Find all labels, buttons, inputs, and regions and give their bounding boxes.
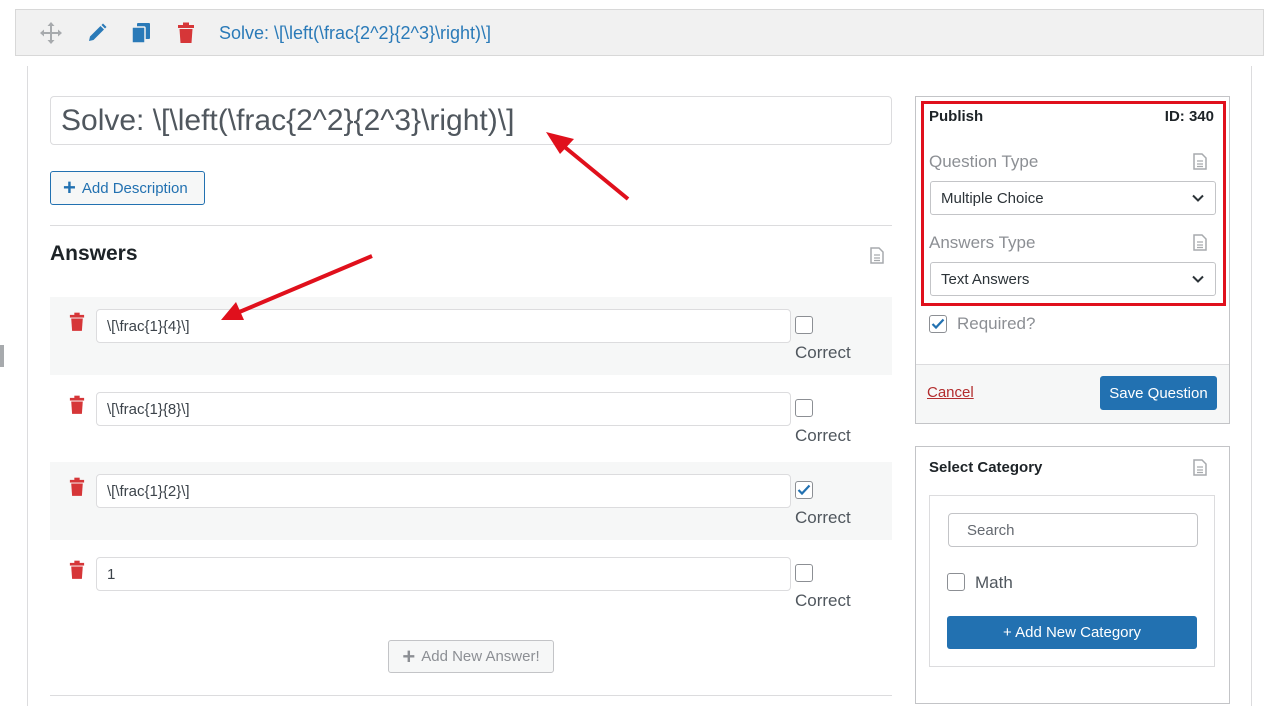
answer-row: Correct bbox=[50, 462, 892, 540]
required-checkbox[interactable] bbox=[929, 315, 947, 333]
divider bbox=[50, 695, 892, 696]
answer-input[interactable] bbox=[96, 309, 791, 343]
correct-label: Correct bbox=[795, 591, 851, 610]
answers-heading: Answers bbox=[50, 242, 138, 265]
answer-input[interactable] bbox=[96, 474, 791, 508]
cancel-link[interactable]: Cancel bbox=[927, 384, 974, 401]
save-question-button[interactable]: Save Question bbox=[1100, 376, 1217, 410]
question-id: ID: 340 bbox=[1164, 108, 1214, 125]
required-label: Required? bbox=[957, 314, 1036, 333]
add-new-answer-label: Add New Answer! bbox=[421, 648, 540, 665]
add-description-button[interactable]: + Add Description bbox=[50, 171, 205, 205]
help-doc-icon[interactable] bbox=[1192, 152, 1208, 170]
select-category-title: Select Category bbox=[929, 459, 1043, 476]
delete-answer-icon[interactable] bbox=[68, 476, 86, 498]
add-new-answer-button[interactable]: + Add New Answer! bbox=[388, 640, 554, 673]
add-description-label: Add Description bbox=[81, 179, 188, 197]
chevron-down-icon bbox=[1192, 275, 1204, 283]
category-checkbox-math[interactable] bbox=[947, 573, 965, 591]
answers-type-select[interactable]: Text Answers bbox=[930, 262, 1216, 296]
help-doc-icon[interactable] bbox=[869, 246, 885, 264]
answer-row: Correct bbox=[50, 380, 892, 458]
help-doc-icon[interactable] bbox=[1192, 458, 1208, 476]
trash-icon[interactable] bbox=[173, 20, 199, 46]
question-type-select[interactable]: Multiple Choice bbox=[930, 181, 1216, 215]
delete-answer-icon[interactable] bbox=[68, 311, 86, 333]
answers-type-value: Text Answers bbox=[941, 270, 1030, 288]
plus-icon: + bbox=[402, 643, 416, 669]
answer-row: Correct bbox=[50, 297, 892, 375]
checkmark-icon bbox=[931, 318, 945, 330]
question-title-input[interactable] bbox=[50, 96, 892, 145]
plus-icon: + bbox=[63, 175, 76, 200]
answer-input[interactable] bbox=[96, 392, 791, 426]
publish-title: Publish bbox=[929, 108, 984, 125]
editor-frame-left-border bbox=[27, 66, 28, 706]
edit-icon[interactable] bbox=[84, 20, 110, 46]
category-search-input[interactable] bbox=[948, 513, 1198, 547]
correct-checkbox[interactable] bbox=[795, 316, 813, 334]
delete-answer-icon[interactable] bbox=[68, 559, 86, 581]
edge-handle bbox=[0, 345, 4, 367]
question-type-label: Question Type bbox=[929, 152, 1039, 171]
correct-checkbox[interactable] bbox=[795, 481, 813, 499]
add-new-category-button[interactable]: + Add New Category bbox=[947, 616, 1197, 649]
correct-label: Correct bbox=[795, 426, 851, 445]
answer-input[interactable] bbox=[96, 557, 791, 591]
correct-label: Correct bbox=[795, 343, 851, 362]
move-icon[interactable] bbox=[38, 20, 64, 46]
editor-frame-right-border bbox=[1251, 66, 1252, 706]
chevron-down-icon bbox=[1192, 194, 1204, 202]
question-type-value: Multiple Choice bbox=[941, 189, 1044, 207]
checkmark-icon bbox=[797, 484, 811, 496]
annotation-arrow-line bbox=[559, 142, 630, 201]
delete-answer-icon[interactable] bbox=[68, 394, 86, 416]
category-label-math: Math bbox=[975, 573, 1013, 592]
toolbar-question-title[interactable]: Solve: \[\left(\frac{2^2}{2^3}\right)\] bbox=[219, 23, 491, 44]
question-toolbar: Solve: \[\left(\frac{2^2}{2^3}\right)\] bbox=[15, 9, 1264, 56]
copy-icon[interactable] bbox=[128, 20, 154, 46]
answer-row: Correct bbox=[50, 545, 892, 623]
divider bbox=[50, 225, 892, 226]
correct-label: Correct bbox=[795, 508, 851, 527]
help-doc-icon[interactable] bbox=[1192, 233, 1208, 251]
publish-panel bbox=[915, 96, 1230, 424]
correct-checkbox[interactable] bbox=[795, 399, 813, 417]
answers-type-label: Answers Type bbox=[929, 233, 1036, 252]
correct-checkbox[interactable] bbox=[795, 564, 813, 582]
